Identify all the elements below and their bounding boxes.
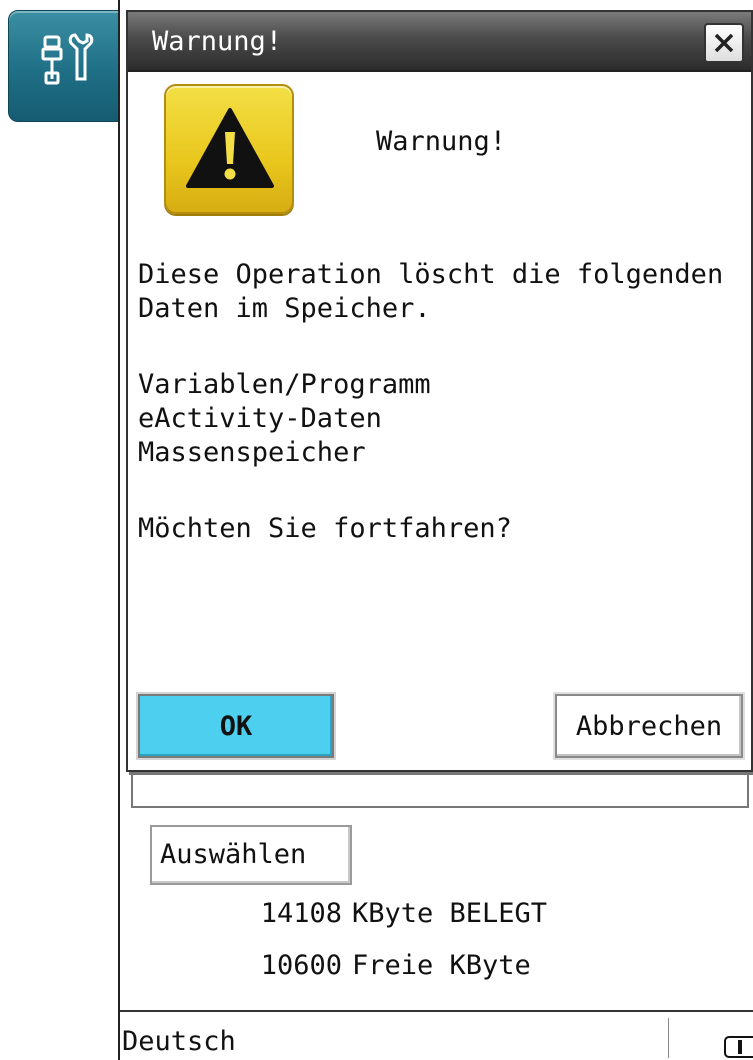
message-line-2: Daten im Speicher. [138, 293, 431, 324]
warning-dialog: Warnung! Warnung! Diese Operation löscht… [126, 10, 753, 772]
select-button[interactable]: Auswählen [150, 825, 352, 885]
settings-tools-icon[interactable] [8, 10, 128, 122]
dialog-title: Warnung! [152, 26, 283, 57]
status-separator [668, 1018, 669, 1058]
cancel-button[interactable]: Abbrechen [555, 694, 743, 758]
status-language: Deutsch [122, 1026, 236, 1057]
close-button[interactable] [704, 23, 744, 63]
dialog-titlebar: Warnung! [128, 12, 751, 72]
warning-heading: Warnung! [376, 126, 507, 157]
item-variables-programs: Variablen/Programm [138, 369, 431, 400]
item-eactivity-data: eActivity-Daten [138, 403, 382, 434]
memory-list-field [131, 770, 749, 808]
memory-free-value: 10600 [260, 950, 342, 981]
memory-used-value: 14108 [260, 898, 342, 929]
close-icon [714, 33, 734, 53]
confirm-question: Möchten Sie fortfahren? [138, 513, 512, 544]
battery-level-bar [738, 1040, 742, 1054]
ok-button[interactable]: OK [138, 694, 334, 758]
warning-triangle-icon [186, 108, 274, 188]
status-bar: Deutsch [120, 1012, 753, 1060]
memory-used-label: KByte BELEGT [352, 898, 548, 929]
item-mass-storage: Massenspeicher [138, 437, 366, 468]
warning-icon-tile [164, 84, 294, 214]
memory-free-label: Freie KByte [352, 950, 531, 981]
message-line-1: Diese Operation löscht die folgenden [138, 259, 724, 290]
